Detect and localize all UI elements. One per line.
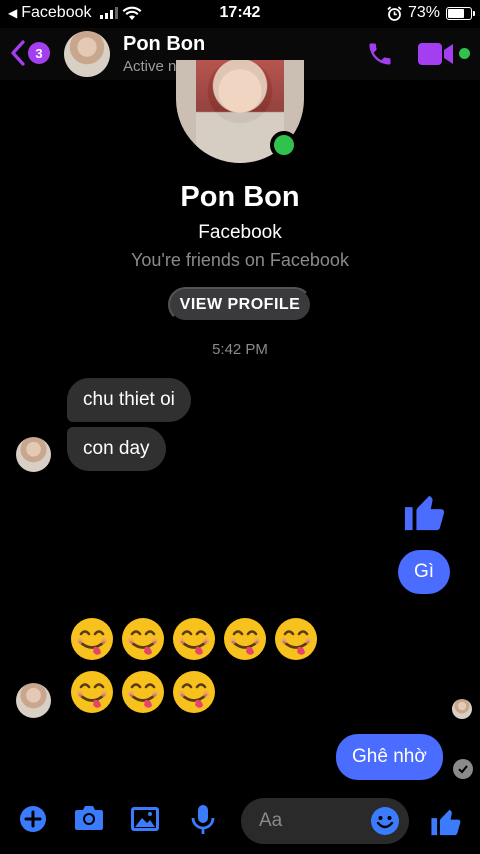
message-timestamp: 5:42 PM	[212, 341, 268, 358]
face-savoring-food-emoji[interactable]	[172, 617, 216, 661]
phone-call-button[interactable]	[366, 40, 394, 68]
status-bar: ◀ Facebook 17:42 73%	[0, 0, 480, 28]
profile-name: Pon Bon	[180, 181, 300, 213]
chevron-left-icon	[11, 40, 25, 66]
emoji-message-row	[70, 670, 216, 714]
battery-percent: 73%	[407, 4, 440, 21]
friendship-status: You're friends on Facebook	[131, 250, 349, 270]
outgoing-message-bubble[interactable]: Ghê nhờ	[336, 734, 443, 780]
sender-avatar[interactable]	[16, 437, 51, 472]
unread-count-badge: 3	[28, 42, 50, 64]
delivered-check-icon	[453, 759, 473, 779]
message-composer	[0, 796, 480, 848]
outgoing-message-bubble[interactable]: Gì	[398, 550, 451, 594]
profile-app-label: Facebook	[198, 222, 282, 243]
face-savoring-food-emoji[interactable]	[172, 670, 216, 714]
incoming-message-bubble[interactable]: con day	[67, 427, 166, 471]
plus-icon[interactable]	[18, 804, 48, 834]
camera-icon[interactable]	[73, 804, 105, 832]
thumbs-up-icon[interactable]	[430, 804, 464, 838]
seen-receipt-avatar	[452, 699, 472, 719]
contact-name[interactable]: Pon Bon	[123, 33, 205, 56]
incoming-message-bubble[interactable]: chu thiet oi	[67, 378, 191, 422]
face-savoring-food-emoji[interactable]	[70, 670, 114, 714]
online-indicator	[459, 48, 470, 59]
emoji-picker-icon[interactable]	[370, 806, 400, 836]
battery-icon	[446, 6, 475, 20]
face-savoring-food-emoji[interactable]	[121, 617, 165, 661]
back-button[interactable]: 3	[10, 40, 50, 66]
face-savoring-food-emoji[interactable]	[121, 670, 165, 714]
view-profile-button[interactable]: VIEW PROFILE	[168, 287, 312, 322]
emoji-message-row	[70, 617, 318, 661]
face-savoring-food-emoji[interactable]	[274, 617, 318, 661]
status-right: 73%	[387, 4, 475, 22]
microphone-icon[interactable]	[190, 804, 216, 836]
thumbs-up-icon[interactable]	[403, 488, 449, 534]
contact-avatar[interactable]	[64, 31, 110, 77]
battery-level	[448, 8, 465, 18]
photo-gallery-icon[interactable]	[130, 804, 160, 834]
face-savoring-food-emoji[interactable]	[223, 617, 267, 661]
profile-online-indicator	[270, 131, 298, 159]
alarm-icon	[387, 5, 402, 21]
sender-avatar[interactable]	[16, 683, 51, 718]
face-savoring-food-emoji[interactable]	[70, 617, 114, 661]
video-call-button[interactable]	[417, 42, 455, 66]
